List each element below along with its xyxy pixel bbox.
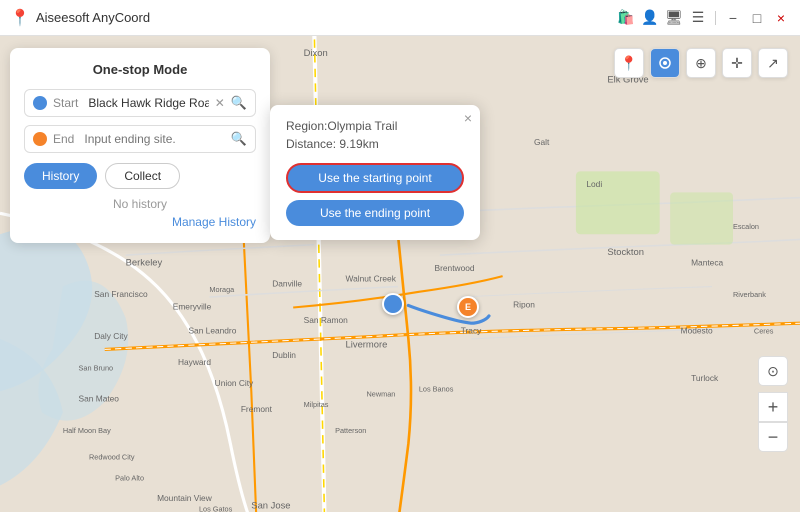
- start-search-icon[interactable]: 🔍: [231, 95, 247, 111]
- svg-text:Palo Alto: Palo Alto: [115, 473, 144, 482]
- manage-history-link[interactable]: Manage History: [24, 215, 256, 229]
- start-clear-icon[interactable]: ✕: [215, 96, 225, 110]
- svg-text:Los Gatos: Los Gatos: [199, 505, 233, 512]
- svg-text:Dublin: Dublin: [272, 350, 296, 360]
- pin-location-button[interactable]: 📍: [614, 48, 644, 78]
- app-title: Aiseesoft AnyCoord: [36, 10, 617, 25]
- popup-close-button[interactable]: ×: [464, 111, 472, 125]
- map-bottom-controls: ⊙ + −: [758, 356, 788, 452]
- svg-text:Daly City: Daly City: [94, 331, 128, 341]
- app-icon: 📍: [10, 8, 30, 28]
- no-history-text: No history: [24, 197, 256, 211]
- svg-text:San Mateo: San Mateo: [79, 394, 120, 404]
- svg-text:Lodi: Lodi: [586, 179, 602, 189]
- svg-text:Dixon: Dixon: [304, 47, 328, 58]
- end-search-icon[interactable]: 🔍: [231, 131, 247, 147]
- svg-text:Milpitas: Milpitas: [304, 400, 329, 409]
- end-dot: [33, 132, 47, 146]
- zoom-out-button[interactable]: −: [758, 422, 788, 452]
- minimize-button[interactable]: −: [724, 9, 742, 27]
- title-controls: 🛍️ 👤 🖥 ☰ − □ ×: [617, 9, 790, 27]
- button-row: History Collect: [24, 163, 256, 189]
- svg-text:Walnut Creek: Walnut Creek: [346, 273, 397, 283]
- svg-text:San Jose: San Jose: [251, 500, 290, 511]
- titlebar-icon-bag[interactable]: 🛍️: [617, 9, 635, 27]
- svg-text:Modesto: Modesto: [681, 326, 713, 336]
- svg-text:Moraga: Moraga: [209, 285, 235, 294]
- svg-text:Ripon: Ripon: [513, 300, 535, 310]
- svg-text:Turlock: Turlock: [691, 373, 719, 383]
- svg-text:San Bruno: San Bruno: [79, 363, 114, 372]
- svg-text:Half Moon Bay: Half Moon Bay: [63, 426, 111, 435]
- svg-text:Tracy: Tracy: [461, 326, 482, 336]
- titlebar: 📍 Aiseesoft AnyCoord 🛍️ 👤 🖥 ☰ − □ ×: [0, 0, 800, 36]
- use-starting-point-button[interactable]: Use the starting point: [286, 163, 464, 193]
- jump-teleport-button[interactable]: ⊕: [686, 48, 716, 78]
- popup-bubble: × Region:Olympia Trail Distance: 9.19km …: [270, 105, 480, 240]
- use-ending-point-button[interactable]: Use the ending point: [286, 200, 464, 226]
- svg-text:Berkeley: Berkeley: [126, 257, 163, 268]
- map-top-controls: 📍 ⊕ ✛ ↗: [614, 48, 788, 78]
- route-mode-button[interactable]: [650, 48, 680, 78]
- popup-region: Region:Olympia Trail: [286, 119, 464, 133]
- svg-text:Danville: Danville: [272, 279, 302, 289]
- svg-text:Emeryville: Emeryville: [173, 302, 212, 312]
- svg-text:Ceres: Ceres: [754, 327, 774, 336]
- svg-text:Union City: Union City: [215, 378, 254, 388]
- svg-text:Escalon: Escalon: [733, 222, 759, 231]
- svg-text:Manteca: Manteca: [691, 258, 723, 268]
- svg-text:Stockton: Stockton: [607, 246, 644, 257]
- svg-text:Riverbank: Riverbank: [733, 290, 766, 299]
- history-button[interactable]: History: [24, 163, 97, 189]
- end-input[interactable]: [84, 132, 224, 146]
- popup-distance: Distance: 9.19km: [286, 137, 464, 151]
- svg-text:Los Banos: Los Banos: [419, 384, 454, 393]
- collect-button[interactable]: Collect: [105, 163, 180, 189]
- svg-text:Brentwood: Brentwood: [435, 263, 475, 273]
- svg-text:Hayward: Hayward: [178, 357, 211, 367]
- end-marker: E: [457, 296, 479, 318]
- end-label: End: [53, 132, 74, 146]
- svg-text:Newman: Newman: [366, 390, 395, 399]
- svg-text:Fremont: Fremont: [241, 404, 273, 414]
- svg-text:San Leandro: San Leandro: [188, 326, 236, 336]
- close-button[interactable]: ×: [772, 9, 790, 27]
- svg-text:Mountain View: Mountain View: [157, 493, 213, 503]
- move-button[interactable]: ✛: [722, 48, 752, 78]
- start-input[interactable]: [88, 96, 208, 110]
- svg-text:San Ramon: San Ramon: [304, 315, 348, 325]
- svg-text:Livermore: Livermore: [346, 338, 388, 349]
- start-dot: [33, 96, 47, 110]
- zoom-in-button[interactable]: +: [758, 392, 788, 422]
- panel-title: One-stop Mode: [24, 62, 256, 77]
- my-location-button[interactable]: ⊙: [758, 356, 788, 386]
- end-input-row: End 🔍: [24, 125, 256, 153]
- svg-text:San Francisco: San Francisco: [94, 289, 148, 299]
- left-panel: One-stop Mode Start ✕ 🔍 End 🔍 History Co…: [10, 48, 270, 243]
- titlebar-icon-user[interactable]: 👤: [641, 9, 659, 27]
- svg-text:Galt: Galt: [534, 137, 550, 147]
- maximize-button[interactable]: □: [748, 9, 766, 27]
- start-label: Start: [53, 96, 78, 110]
- start-input-row: Start ✕ 🔍: [24, 89, 256, 117]
- svg-text:Redwood City: Redwood City: [89, 452, 135, 461]
- titlebar-icon-screen[interactable]: 🖥: [665, 9, 683, 27]
- start-marker: [382, 293, 404, 315]
- svg-text:Patterson: Patterson: [335, 426, 366, 435]
- export-button[interactable]: ↗: [758, 48, 788, 78]
- titlebar-icon-menu[interactable]: ☰: [689, 9, 707, 27]
